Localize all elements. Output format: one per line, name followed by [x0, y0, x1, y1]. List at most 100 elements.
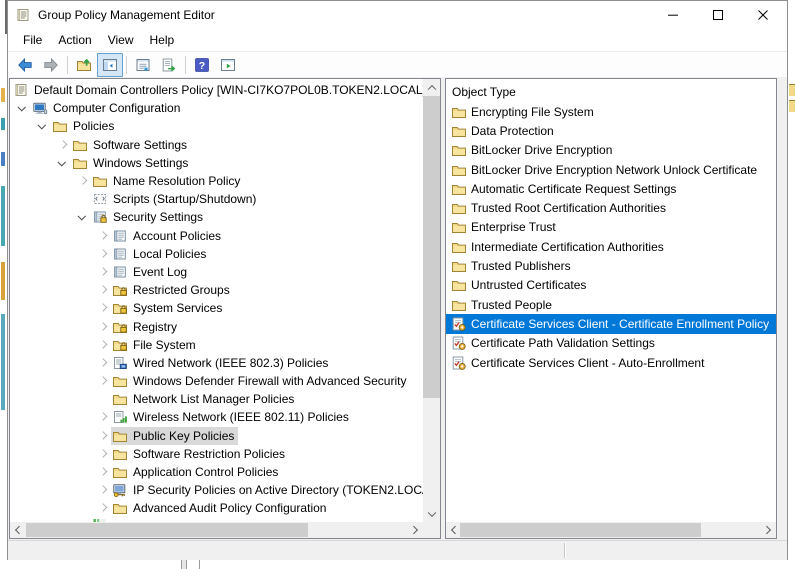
chevron-right-icon[interactable]	[94, 299, 111, 317]
menu-bar: File Action View Help	[8, 29, 787, 52]
chevron-down-icon[interactable]	[34, 117, 51, 135]
chevron-right-icon[interactable]	[94, 481, 111, 499]
scroll-right-arrow[interactable]	[407, 522, 423, 538]
tree-item-account-policies[interactable]: Account Policies	[10, 227, 423, 245]
help-button[interactable]	[189, 53, 215, 77]
close-button[interactable]	[740, 1, 785, 29]
tree-item-system-services[interactable]: System Services	[10, 299, 423, 317]
chevron-down-icon[interactable]	[74, 208, 91, 226]
tree-item-local-policies[interactable]: Local Policies	[10, 245, 423, 263]
tree-item-public-key-policies[interactable]: Public Key Policies	[10, 426, 423, 445]
tree-item-label: Event Log	[133, 264, 188, 279]
chevron-right-icon[interactable]	[94, 445, 111, 463]
chevron-right-icon[interactable]	[54, 136, 71, 154]
list-horizontal-scrollbar[interactable]	[446, 522, 776, 538]
chevron-down-icon[interactable]	[14, 99, 31, 117]
list-item-enterprise-trust[interactable]: Enterprise Trust	[446, 218, 776, 237]
list-item-data-protection[interactable]: Data Protection	[446, 121, 776, 140]
back-button[interactable]	[12, 53, 38, 77]
chevron-right-icon[interactable]	[94, 427, 111, 445]
title-bar[interactable]: Group Policy Management Editor	[8, 1, 787, 29]
tree-horizontal-scrollbar[interactable]	[10, 522, 423, 538]
properties-button[interactable]	[130, 53, 156, 77]
chevron-right-icon[interactable]	[94, 281, 111, 299]
tree-item-application-control-policies[interactable]: Application Control Policies	[10, 463, 423, 481]
folder-icon	[451, 258, 467, 274]
list-item-trusted-root-cas[interactable]: Trusted Root Certification Authorities	[446, 198, 776, 217]
tree-item-file-system[interactable]: File System	[10, 336, 423, 354]
tree-item-ip-security-policies[interactable]: IP Security Policies on Active Directory…	[10, 481, 423, 499]
list-item-cert-auto-enrollment[interactable]: Certificate Services Client - Auto-Enrol…	[446, 353, 776, 372]
folder-icon	[112, 446, 128, 462]
scrollbar-thumb[interactable]	[460, 523, 701, 537]
scroll-up-arrow[interactable]	[423, 79, 440, 96]
tree-item-event-log[interactable]: Event Log	[10, 263, 423, 281]
maximize-button[interactable]	[695, 1, 740, 29]
list-item-cert-enrollment-policy[interactable]: Certificate Services Client - Certificat…	[446, 314, 776, 334]
scroll-left-arrow[interactable]	[10, 522, 26, 538]
tree-item-computer-configuration[interactable]: Computer Configuration	[10, 99, 423, 117]
chevron-right-icon[interactable]	[94, 408, 111, 426]
menu-help[interactable]: Help	[142, 29, 183, 51]
show-console-tree-icon	[102, 57, 118, 73]
tree-item-software-settings[interactable]: Software Settings	[10, 136, 423, 154]
chevron-right-icon[interactable]	[94, 317, 111, 335]
menu-view[interactable]: View	[100, 29, 142, 51]
list-item-cert-path-validation[interactable]: Certificate Path Validation Settings	[446, 334, 776, 353]
list-column-header[interactable]: Object Type	[446, 83, 776, 102]
up-one-level-button[interactable]	[71, 53, 97, 77]
tree-item-policies[interactable]: Policies	[10, 117, 423, 135]
tree-item-registry[interactable]: Registry	[10, 317, 423, 335]
chevron-down-icon[interactable]	[54, 154, 71, 172]
tree-item-wireless-network-policies[interactable]: Wireless Network (IEEE 802.11) Policies	[10, 408, 423, 426]
list-item-trusted-publishers[interactable]: Trusted Publishers	[446, 256, 776, 275]
tree-item-advanced-audit-policy[interactable]: Advanced Audit Policy Configuration	[10, 499, 423, 517]
menu-file[interactable]: File	[15, 29, 50, 51]
tree-item-windows-settings[interactable]: Windows Settings	[10, 154, 423, 172]
scrollbar-thumb[interactable]	[423, 96, 440, 398]
chevron-right-icon[interactable]	[94, 499, 111, 517]
tree-item-network-list-manager-policies[interactable]: Network List Manager Policies	[10, 390, 423, 408]
new-window-button[interactable]	[215, 53, 241, 77]
tree-item-wired-network-policies[interactable]: Wired Network (IEEE 802.3) Policies	[10, 354, 423, 372]
scrollbar-thumb[interactable]	[26, 523, 308, 537]
tree-item-root[interactable]: Default Domain Controllers Policy [WIN-C…	[10, 81, 423, 99]
help-icon	[194, 57, 210, 73]
minimize-button[interactable]	[650, 1, 695, 29]
tree-item-software-restriction-policies[interactable]: Software Restriction Policies	[10, 445, 423, 463]
chevron-right-icon[interactable]	[94, 245, 111, 263]
background-window-fragment	[1, 118, 5, 130]
forward-button[interactable]	[38, 53, 64, 77]
list-item-automatic-certificate-request[interactable]: Automatic Certificate Request Settings	[446, 179, 776, 198]
list-item-trusted-people[interactable]: Trusted People	[446, 295, 776, 314]
chevron-right-icon[interactable]	[94, 372, 111, 390]
list-item-label: Trusted People	[471, 297, 552, 312]
chevron-right-icon[interactable]	[94, 463, 111, 481]
tree-item-scripts[interactable]: Scripts (Startup/Shutdown)	[10, 190, 423, 208]
menu-action[interactable]: Action	[50, 29, 99, 51]
certificate-settings-icon	[451, 335, 467, 351]
list-item-intermediate-cas[interactable]: Intermediate Certification Authorities	[446, 237, 776, 256]
chevron-right-icon[interactable]	[94, 336, 111, 354]
tree-item-restricted-groups[interactable]: Restricted Groups	[10, 281, 423, 299]
list-item-bitlocker-drive-encryption[interactable]: BitLocker Drive Encryption	[446, 141, 776, 160]
tree-item-label: IP Security Policies on Active Directory…	[133, 483, 423, 498]
list-item-label: BitLocker Drive Encryption	[471, 143, 613, 158]
chevron-right-icon[interactable]	[94, 263, 111, 281]
chevron-right-icon[interactable]	[74, 172, 91, 190]
list-item-encrypting-file-system[interactable]: Encrypting File System	[446, 102, 776, 121]
tree-item-label: Application Control Policies	[133, 465, 279, 480]
background-window-fragment	[789, 84, 795, 96]
scroll-right-arrow[interactable]	[760, 522, 776, 538]
tree-vertical-scrollbar[interactable]	[423, 79, 440, 522]
list-item-untrusted-certificates[interactable]: Untrusted Certificates	[446, 276, 776, 295]
scroll-down-arrow[interactable]	[423, 505, 440, 522]
tree-item-windows-defender-firewall[interactable]: Windows Defender Firewall with Advanced …	[10, 372, 423, 390]
tree-item-name-resolution-policy[interactable]: Name Resolution Policy	[10, 172, 423, 190]
chevron-right-icon[interactable]	[94, 354, 111, 372]
export-list-button[interactable]	[156, 53, 182, 77]
tree-item-security-settings[interactable]: Security Settings	[10, 208, 423, 226]
show-console-tree-button[interactable]	[97, 52, 123, 77]
list-item-bitlocker-network-unlock[interactable]: BitLocker Drive Encryption Network Unloc…	[446, 160, 776, 179]
chevron-right-icon[interactable]	[94, 227, 111, 245]
